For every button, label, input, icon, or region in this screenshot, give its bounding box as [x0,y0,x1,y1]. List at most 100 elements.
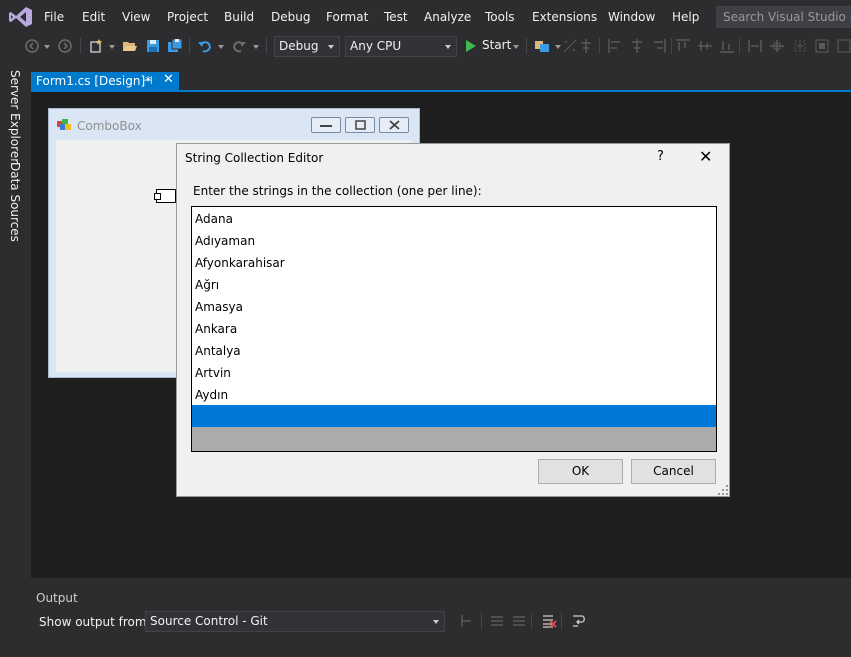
browse-target-icon[interactable] [534,38,550,54]
menu-format[interactable]: Format [326,10,368,24]
menu-help[interactable]: Help [672,10,699,24]
align-rights-icon[interactable] [651,38,667,54]
previous-message-icon[interactable] [489,613,505,629]
visual-studio-logo-icon[interactable] [8,5,34,29]
align-middles-icon[interactable] [697,38,713,54]
navigate-back-icon[interactable] [24,38,40,54]
output-panel-title: Output [36,591,78,605]
show-output-from-label: Show output from: [39,615,151,629]
start-dropdown-icon[interactable] [513,45,519,49]
tab-form1-design[interactable]: Form1.cs [Design]* ⊣ ✕ [31,72,179,90]
minimize-button[interactable] [311,117,341,133]
dialog-close-button[interactable]: ✕ [699,147,712,166]
center-horizontally-icon[interactable] [769,38,785,54]
next-message-icon[interactable] [511,613,527,629]
bring-to-front-icon[interactable] [814,38,830,54]
search-input[interactable]: Search Visual Studio (Ctrl+Q) [716,6,851,28]
list-item: Antalya [195,344,241,358]
list-item: Ankara [195,322,238,336]
close-icon[interactable]: ✕ [163,72,174,87]
solution-platform-value: Any CPU [350,39,402,53]
toolbar-separator [739,38,740,54]
menu-file[interactable]: File [44,10,64,24]
new-project-dropdown-icon[interactable] [109,45,115,49]
browse-target-dropdown-icon[interactable] [555,45,561,49]
toolbar-separator [266,38,267,54]
form-icon [57,119,71,130]
cancel-button[interactable]: Cancel [631,459,716,484]
chevron-down-icon [445,45,451,49]
open-folder-icon[interactable] [122,38,138,54]
undo-icon[interactable] [197,38,213,54]
horizontal-scrollbar[interactable] [192,427,716,451]
menu-debug[interactable]: Debug [271,10,310,24]
center-vertically-icon[interactable] [792,38,808,54]
toolbar-separator [671,38,672,54]
list-item: Afyonkarahisar [195,256,285,270]
align-lefts-icon[interactable] [607,38,623,54]
maximize-button[interactable] [345,117,375,133]
list-item: Adana [195,212,233,226]
align-tops-icon[interactable] [675,38,691,54]
navigate-back-dropdown-icon[interactable] [44,45,50,49]
list-item: Adıyaman [195,234,256,248]
help-button[interactable]: ? [657,149,664,164]
server-explorer-tab[interactable]: Server Explorer [8,70,22,163]
menu-edit[interactable]: Edit [82,10,105,24]
make-same-width-icon[interactable] [747,38,763,54]
list-item: Ağrı [195,278,220,292]
minimize-icon [320,125,332,127]
save-icon[interactable] [145,38,161,54]
form-close-button[interactable] [379,117,409,133]
toolbar-separator [481,613,482,629]
solution-configuration-dropdown[interactable]: Debug [274,36,340,57]
string-collection-editor-dialog: String Collection Editor ? ✕ Enter the s… [176,143,730,497]
solution-configuration-value: Debug [279,39,319,53]
menu-build[interactable]: Build [224,10,254,24]
chevron-down-icon [433,620,439,624]
output-source-value: Source Control - Git [150,614,268,628]
toolbar-separator [80,38,81,54]
navigate-forward-icon[interactable] [57,38,73,54]
new-project-icon[interactable] [88,38,104,54]
align-bottoms-icon[interactable] [719,38,735,54]
dialog-title: String Collection Editor [185,151,324,165]
find-message-in-code-icon[interactable] [459,613,475,629]
data-sources-tab[interactable]: Data Sources [8,162,22,242]
redo-dropdown-icon[interactable] [253,45,259,49]
clear-all-icon[interactable] [541,613,557,629]
ok-button[interactable]: OK [538,459,623,484]
align-centers-icon[interactable] [629,38,645,54]
close-icon [389,120,400,130]
pin-icon[interactable]: ⊣ [143,74,153,87]
solution-platform-dropdown[interactable]: Any CPU [345,36,457,57]
selected-empty-line[interactable] [192,405,716,427]
strings-textarea[interactable]: Adana Adıyaman Afyonkarahisar Ağrı Amasy… [191,206,717,452]
toolbar-separator [526,38,527,54]
start-label: Start [482,38,512,52]
output-panel: Output Show output from: Source Control … [31,586,851,657]
menu-analyze[interactable]: Analyze [424,10,471,24]
combobox-selection-handle[interactable] [154,189,176,203]
save-all-icon[interactable] [167,38,183,54]
chevron-down-icon [328,45,334,49]
instruction-label: Enter the strings in the collection (one… [193,184,482,198]
menu-project[interactable]: Project [167,10,208,24]
redo-icon[interactable] [231,38,247,54]
resize-grip-icon[interactable] [717,484,729,496]
align-center-icon[interactable] [578,38,594,54]
menu-window[interactable]: Window [608,10,655,24]
play-icon [466,40,476,52]
menu-extensions[interactable]: Extensions [532,10,597,24]
output-source-dropdown[interactable]: Source Control - Git [145,611,445,632]
toolbar-separator [531,613,532,629]
align-to-grid-icon[interactable] [562,38,578,54]
toggle-word-wrap-icon[interactable] [571,613,587,629]
toolbar-separator [189,38,190,54]
menu-tools[interactable]: Tools [485,10,515,24]
menu-test[interactable]: Test [384,10,408,24]
menu-view[interactable]: View [122,10,150,24]
list-item: Amasya [195,300,243,314]
send-to-back-icon[interactable] [836,38,851,54]
undo-dropdown-icon[interactable] [218,45,224,49]
